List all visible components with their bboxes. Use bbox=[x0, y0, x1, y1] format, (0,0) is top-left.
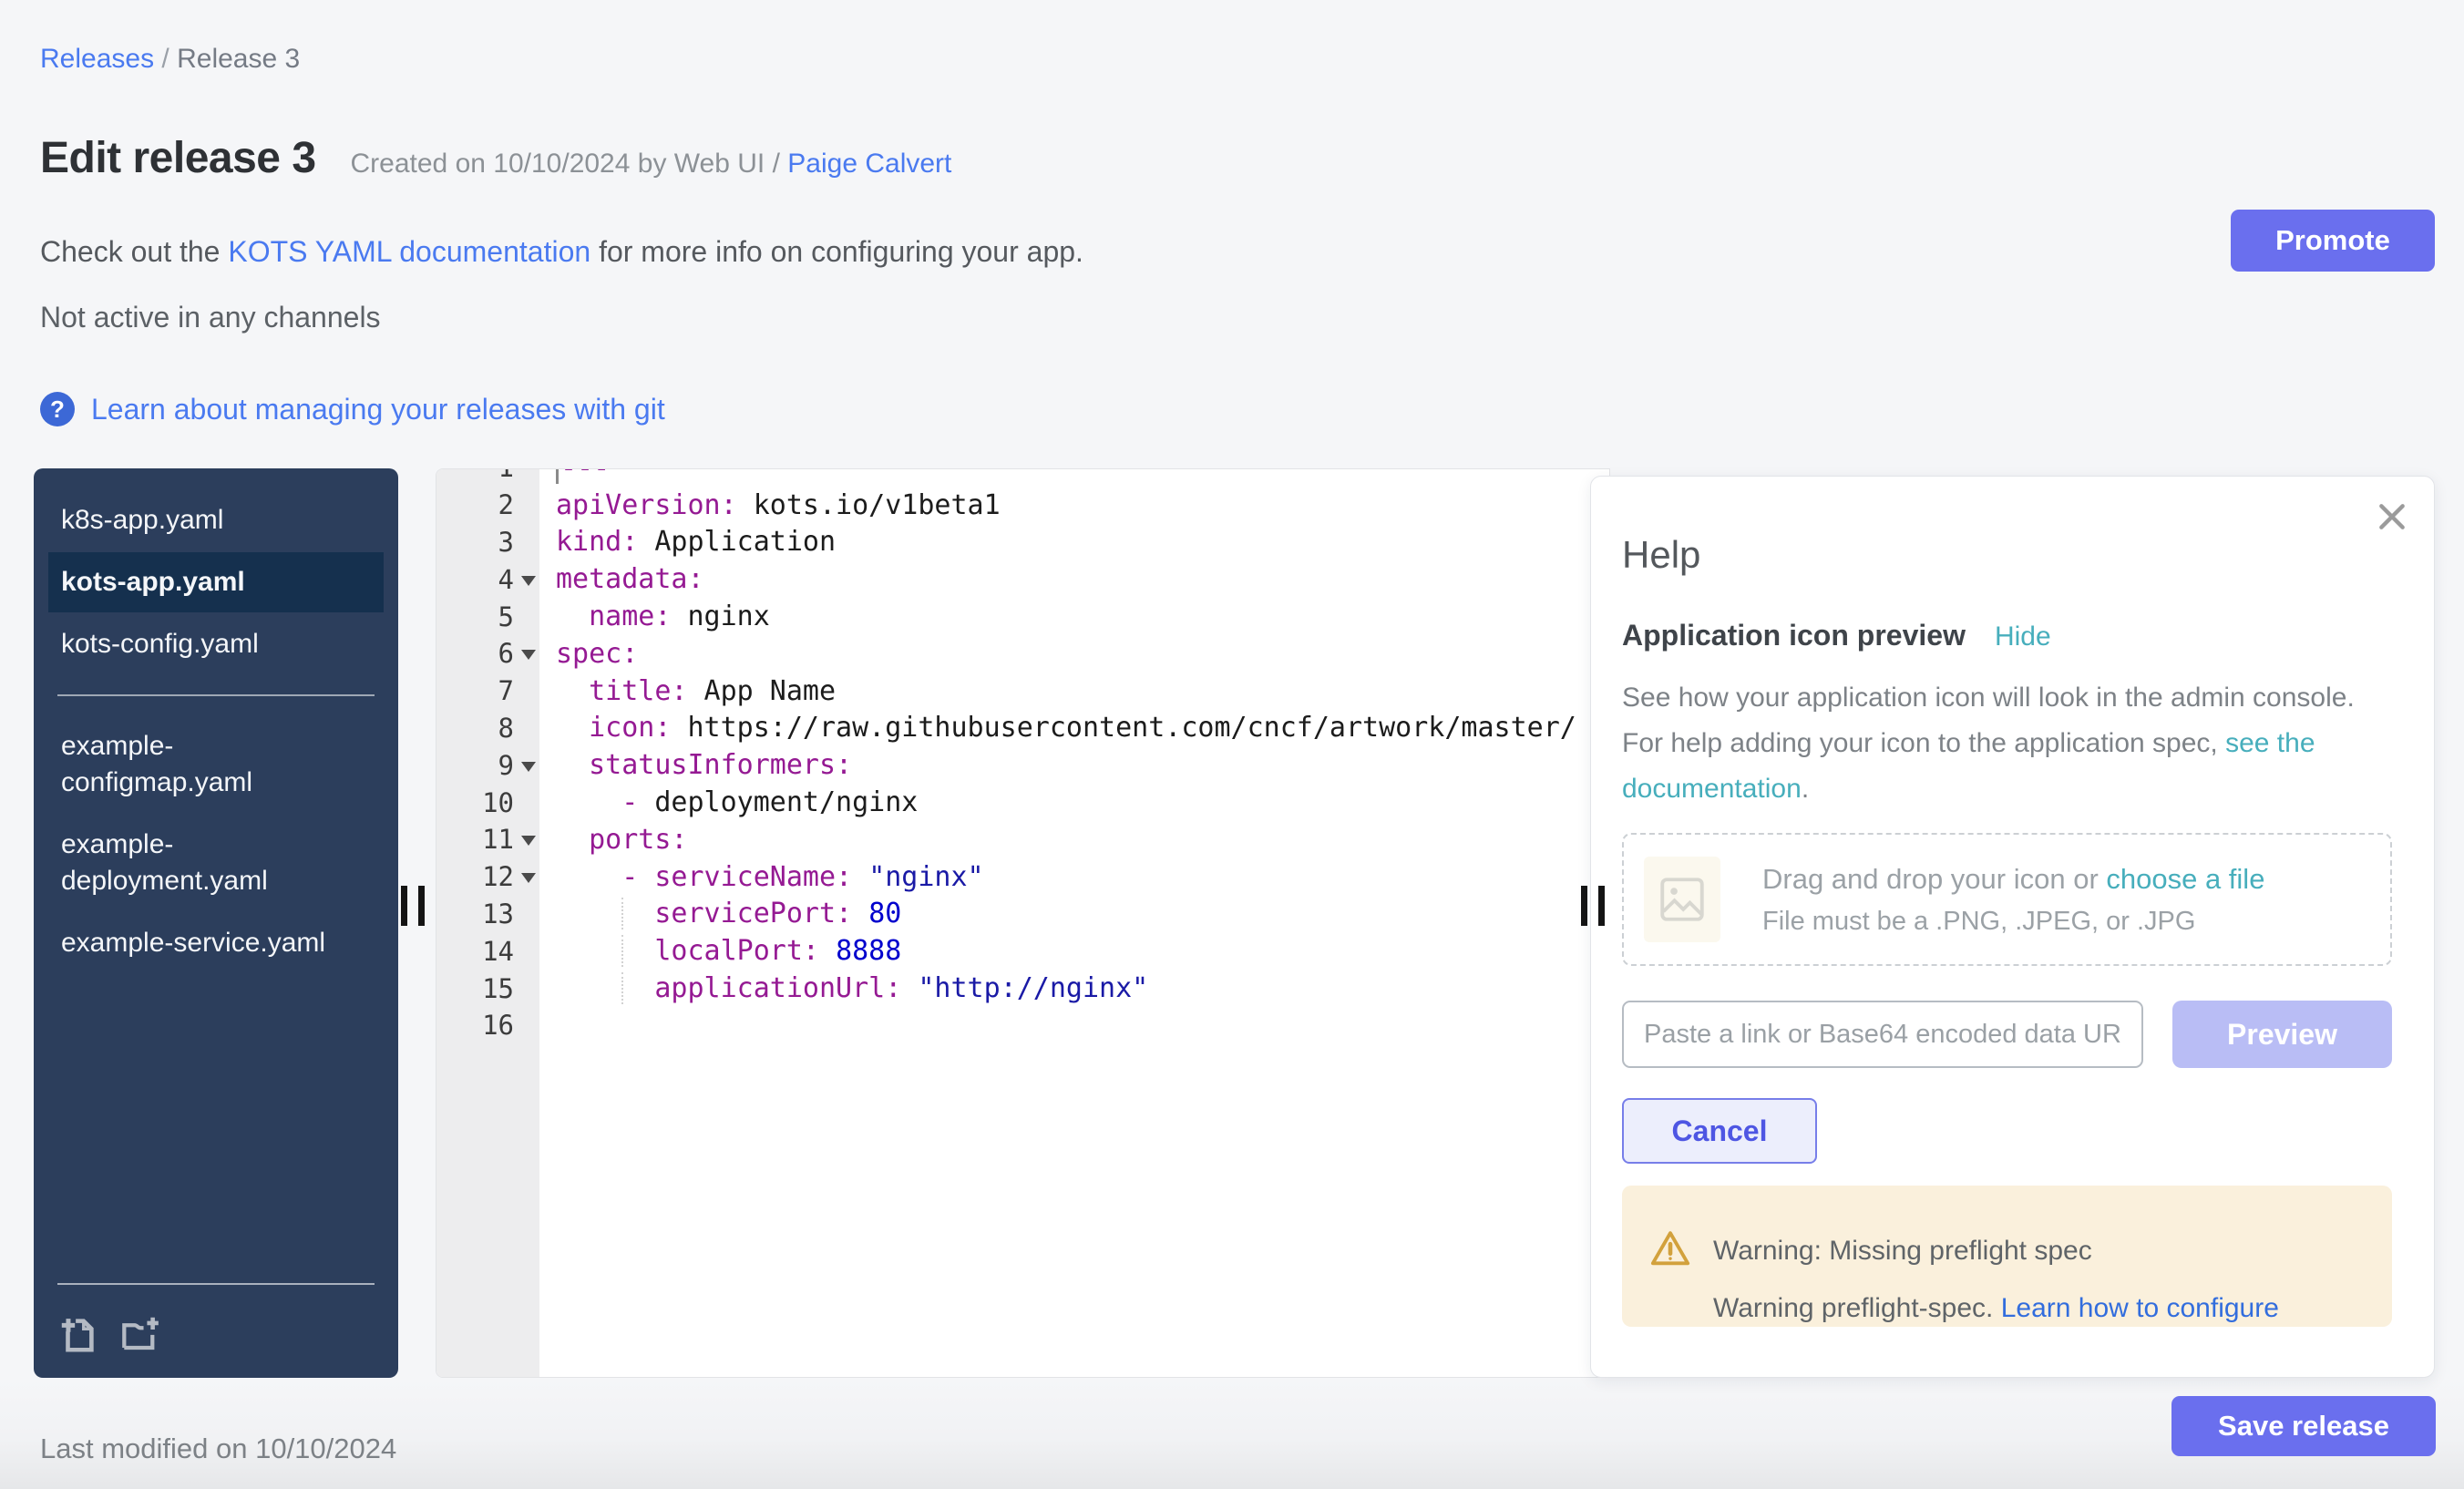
intro-after: for more info on configuring your app. bbox=[590, 235, 1083, 268]
file-list: k8s-app.yamlkots-app.yamlkots-config.yam… bbox=[34, 490, 398, 973]
file-item-kots-config.yaml[interactable]: kots-config.yaml bbox=[48, 614, 384, 674]
warning-detail-text: Warning preflight-spec. bbox=[1713, 1293, 2001, 1323]
sidebar-divider bbox=[57, 694, 375, 696]
icon-url-input[interactable] bbox=[1622, 1001, 2143, 1068]
save-release-button[interactable]: Save release bbox=[2171, 1396, 2436, 1456]
created-meta-text: Created on 10/10/2024 by Web UI / bbox=[351, 149, 788, 179]
warning-triangle-icon bbox=[1649, 1227, 1691, 1274]
sidebar-footer bbox=[57, 1283, 375, 1378]
help-panel: Help Application icon preview Hide See h… bbox=[1590, 476, 2435, 1378]
code-line-14[interactable]: 14 localPort: 8888 bbox=[436, 932, 1609, 970]
breadcrumb-separator: / bbox=[154, 44, 177, 74]
new-folder-icon[interactable] bbox=[119, 1313, 161, 1355]
choose-file-link[interactable]: choose a file bbox=[2106, 863, 2264, 895]
breadcrumb-releases-link[interactable]: Releases bbox=[40, 44, 154, 74]
line-number: 13 bbox=[436, 899, 539, 929]
line-number: 15 bbox=[436, 973, 539, 1004]
line-number: 9 bbox=[436, 750, 539, 781]
icon-dropzone[interactable]: Drag and drop your icon or choose a file… bbox=[1622, 833, 2392, 966]
editor-lines: 1---2apiVersion: kots.io/v1beta13kind: A… bbox=[436, 468, 1609, 1044]
code-line-2[interactable]: 2apiVersion: kots.io/v1beta1 bbox=[436, 487, 1609, 524]
question-circle-icon: ? bbox=[40, 392, 75, 426]
code-line-12[interactable]: 12 - serviceName: "nginx" bbox=[436, 858, 1609, 896]
preflight-warning-box: Warning: Missing preflight spec Warning … bbox=[1622, 1186, 2392, 1327]
fold-arrow-icon[interactable] bbox=[521, 650, 536, 660]
file-item-kots-app.yaml[interactable]: kots-app.yaml bbox=[48, 552, 384, 612]
line-number: 12 bbox=[436, 861, 539, 892]
icon-preview-heading: Application icon preview bbox=[1622, 619, 1966, 652]
sidebar-resize-handle[interactable] bbox=[399, 886, 425, 926]
line-number: 14 bbox=[436, 936, 539, 967]
code-line-16[interactable]: 16 bbox=[436, 1007, 1609, 1044]
fold-arrow-icon[interactable] bbox=[521, 762, 536, 772]
intro-before: Check out the bbox=[40, 235, 228, 268]
file-item-example-deployment.yaml[interactable]: example-deployment.yaml bbox=[48, 815, 384, 911]
description-period: . bbox=[1802, 774, 1809, 804]
help-panel-title: Help bbox=[1622, 533, 1700, 577]
text-cursor bbox=[556, 468, 559, 484]
code-line-8[interactable]: 8 icon: https://raw.githubusercontent.co… bbox=[436, 710, 1609, 747]
code-line-9[interactable]: 9 statusInformers: bbox=[436, 746, 1609, 784]
line-number: 11 bbox=[436, 824, 539, 855]
author-link[interactable]: Paige Calvert bbox=[787, 149, 951, 179]
created-meta: Created on 10/10/2024 by Web UI / Paige … bbox=[351, 149, 952, 180]
code-line-13[interactable]: 13 servicePort: 80 bbox=[436, 896, 1609, 933]
code-line-1[interactable]: 1--- bbox=[436, 468, 1609, 487]
line-number: 10 bbox=[436, 787, 539, 818]
line-number: 7 bbox=[436, 675, 539, 706]
code-line-3[interactable]: 3kind: Application bbox=[436, 524, 1609, 561]
line-number: 4 bbox=[436, 564, 539, 595]
line-number: 8 bbox=[436, 713, 539, 744]
new-file-icon[interactable] bbox=[57, 1313, 99, 1355]
intro-text: Check out the KOTS YAML documentation fo… bbox=[40, 235, 1083, 269]
code-line-11[interactable]: 11 ports: bbox=[436, 821, 1609, 858]
code-line-6[interactable]: 6spec: bbox=[436, 635, 1609, 673]
dropzone-instruction: Drag and drop your icon or bbox=[1762, 863, 2106, 895]
line-number: 16 bbox=[436, 1010, 539, 1041]
warning-detail: Warning preflight-spec. Learn how to con… bbox=[1713, 1293, 2279, 1324]
channel-status-text: Not active in any channels bbox=[40, 301, 381, 334]
code-line-15[interactable]: 15 applicationUrl: "http://nginx" bbox=[436, 970, 1609, 1007]
line-number: 6 bbox=[436, 638, 539, 669]
breadcrumb-current: Release 3 bbox=[177, 44, 300, 74]
fold-arrow-icon[interactable] bbox=[521, 576, 536, 586]
hide-link[interactable]: Hide bbox=[1995, 621, 2051, 652]
line-number: 5 bbox=[436, 601, 539, 632]
preview-button[interactable]: Preview bbox=[2172, 1001, 2392, 1068]
file-sidebar: k8s-app.yamlkots-app.yamlkots-config.yam… bbox=[34, 468, 398, 1378]
code-editor[interactable]: 1---2apiVersion: kots.io/v1beta13kind: A… bbox=[436, 468, 1610, 1378]
last-modified-text: Last modified on 10/10/2024 bbox=[40, 1433, 396, 1465]
breadcrumb: Releases / Release 3 bbox=[40, 44, 300, 75]
git-help-label: Learn about managing your releases with … bbox=[91, 393, 665, 426]
kots-yaml-doc-link[interactable]: KOTS YAML documentation bbox=[228, 235, 590, 268]
code-line-4[interactable]: 4metadata: bbox=[436, 560, 1609, 598]
fold-arrow-icon[interactable] bbox=[521, 836, 536, 846]
line-number: 1 bbox=[436, 468, 539, 483]
edit-release-page: Releases / Release 3 Edit release 3 Crea… bbox=[0, 0, 2464, 1489]
cancel-button[interactable]: Cancel bbox=[1622, 1098, 1817, 1164]
page-title: Edit release 3 bbox=[40, 133, 316, 183]
page-header: Edit release 3 Created on 10/10/2024 by … bbox=[40, 133, 951, 183]
code-line-5[interactable]: 5 name: nginx bbox=[436, 598, 1609, 635]
close-icon[interactable] bbox=[2374, 498, 2410, 535]
dropzone-text: Drag and drop your icon or choose a file… bbox=[1762, 863, 2264, 937]
icon-preview-section: Application icon preview Hide bbox=[1622, 619, 2051, 652]
code-line-10[interactable]: 10 - deployment/nginx bbox=[436, 784, 1609, 821]
file-item-k8s-app.yaml[interactable]: k8s-app.yaml bbox=[48, 490, 384, 550]
warning-text: Warning: Missing preflight spec bbox=[1713, 1236, 2092, 1267]
file-item-example-service.yaml[interactable]: example-service.yaml bbox=[48, 913, 384, 973]
file-item-example-configmap.yaml[interactable]: example-configmap.yaml bbox=[48, 716, 384, 813]
learn-configure-link[interactable]: Learn how to configure bbox=[2001, 1293, 2279, 1323]
line-number: 2 bbox=[436, 489, 539, 520]
line-number: 3 bbox=[436, 527, 539, 558]
code-line-7[interactable]: 7 title: App Name bbox=[436, 673, 1609, 710]
icon-preview-description: See how your application icon will look … bbox=[1622, 675, 2392, 812]
image-placeholder-icon bbox=[1644, 857, 1720, 942]
dropzone-filetypes: File must be a .PNG, .JPEG, or .JPG bbox=[1762, 907, 2264, 937]
git-help-link[interactable]: ? Learn about managing your releases wit… bbox=[40, 392, 665, 426]
promote-button[interactable]: Promote bbox=[2231, 210, 2435, 272]
fold-arrow-icon[interactable] bbox=[521, 873, 536, 883]
help-resize-handle[interactable] bbox=[1579, 886, 1605, 926]
